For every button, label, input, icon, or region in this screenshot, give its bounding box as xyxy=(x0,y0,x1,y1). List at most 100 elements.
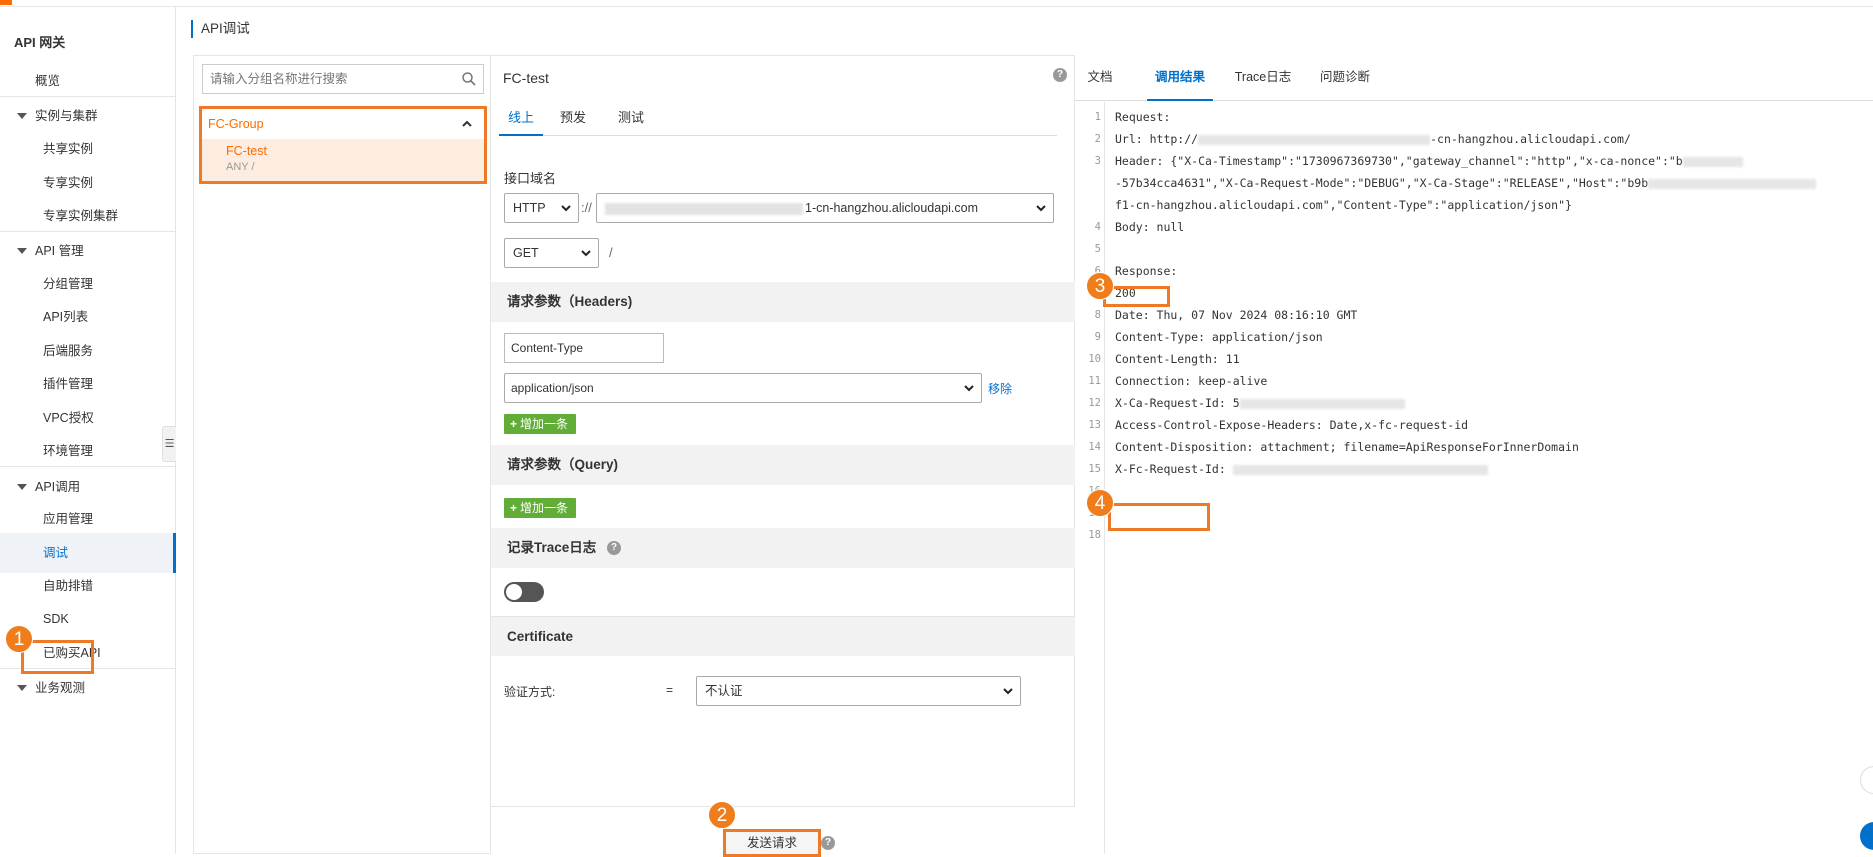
add-query-button[interactable]: + 增加一条 xyxy=(504,498,577,518)
line-number: 2 xyxy=(1094,133,1101,145)
search-icon[interactable] xyxy=(461,71,477,87)
chevron-up-icon[interactable] xyxy=(460,117,474,131)
plus-icon: + xyxy=(510,417,518,431)
sidebar-title: API 网关 xyxy=(14,35,66,50)
action-bar: 发送请求 ? xyxy=(491,806,1075,857)
line-number: 4 xyxy=(1094,221,1101,233)
send-request-button[interactable]: 发送请求 xyxy=(723,829,821,857)
caret-down-icon xyxy=(17,248,27,254)
chevron-down-icon xyxy=(561,205,571,212)
line-number: 11 xyxy=(1088,375,1101,387)
page-title: API调试 xyxy=(191,20,250,38)
auth-method-select[interactable]: 不认证 xyxy=(696,676,1021,706)
method-select[interactable]: GET xyxy=(504,238,599,268)
caret-down-icon xyxy=(17,484,27,490)
step-badge-2: 2 xyxy=(708,801,736,829)
group-search xyxy=(202,64,484,94)
header-key-input[interactable]: Content-Type xyxy=(504,333,664,363)
stage-tabs: 线上 预发 测试 xyxy=(499,104,1057,136)
sidebar-item-dedicated-cluster[interactable]: 专享实例集群 xyxy=(0,196,176,236)
group-search-input[interactable] xyxy=(203,65,443,93)
domain-select[interactable]: 1-cn-hangzhou.alicloudapi.com xyxy=(596,193,1054,223)
caret-down-icon xyxy=(17,113,27,119)
top-bar xyxy=(0,0,1873,7)
brand-accent xyxy=(0,0,12,5)
tab-trace-log[interactable]: Trace日志 xyxy=(1228,55,1298,101)
line-gutter xyxy=(1075,102,1105,854)
code-line: X-Fc-Request-Id: xyxy=(1115,462,1488,476)
tab-call-result[interactable]: 调用结果 xyxy=(1147,55,1213,101)
chevron-down-icon xyxy=(964,385,974,392)
path-label: / xyxy=(609,245,613,260)
tab-docs[interactable]: 文档 xyxy=(1085,55,1115,101)
step-badge-3: 3 xyxy=(1086,272,1114,300)
response-code-view: 1 Request: 2 Url: http://-cn-hangzhou.al… xyxy=(1075,102,1873,854)
line-number: 14 xyxy=(1088,441,1101,453)
code-line: Body: null xyxy=(1115,220,1185,234)
chevron-down-icon xyxy=(1003,688,1013,695)
code-line: Request: xyxy=(1115,110,1171,124)
trace-section-title: 记录Trace日志 xyxy=(507,540,597,555)
api-name: FC-test xyxy=(226,144,267,158)
headers-section-title: 请求参数（Headers) xyxy=(491,282,1075,322)
plus-icon: + xyxy=(510,501,518,515)
highlight-response-body xyxy=(1108,503,1210,531)
trace-section: 记录Trace日志 xyxy=(491,528,1075,568)
sidebar-group-observability[interactable]: 业务观测 xyxy=(0,668,176,708)
trace-toggle[interactable] xyxy=(504,582,544,602)
code-line: -57b34cca4631","X-Ca-Request-Mode":"DEBU… xyxy=(1115,176,1817,190)
sidebar-collapse-handle[interactable]: ☰ xyxy=(162,426,176,462)
sidebar-item-overview[interactable]: 概览 xyxy=(0,61,176,101)
certificate-section-title: Certificate xyxy=(491,616,1075,656)
redacted-text xyxy=(1239,398,1405,409)
protocol-separator: :// xyxy=(581,200,592,215)
query-section-title: 请求参数（Query) xyxy=(491,445,1075,485)
tab-diagnosis[interactable]: 问题诊断 xyxy=(1310,55,1380,101)
protocol-select[interactable]: HTTP xyxy=(504,193,579,223)
highlight-debug-item xyxy=(21,640,94,674)
redacted-text xyxy=(1682,156,1743,167)
api-list-item[interactable]: FC-test ANY / xyxy=(202,139,484,181)
code-line: f1-cn-hangzhou.alicloudapi.com","Content… xyxy=(1115,198,1572,212)
code-line: Content-Type: application/json xyxy=(1115,330,1323,344)
sidebar-item-environment[interactable]: 环境管理 xyxy=(0,431,176,471)
sidebar: API 网关 概览 实例与集群 共享实例 专享实例 专享实例集群 API 管理 … xyxy=(0,7,176,854)
tab-pre[interactable]: 预发 xyxy=(551,104,595,136)
help-icon[interactable]: ? xyxy=(821,836,835,850)
api-group-header[interactable]: FC-Group xyxy=(202,109,484,139)
line-number: 13 xyxy=(1088,419,1101,431)
redacted-text xyxy=(1198,134,1431,145)
api-group-node: FC-Group FC-test ANY / xyxy=(199,106,487,184)
line-number: 5 xyxy=(1094,243,1101,255)
toggle-knob xyxy=(506,584,522,600)
line-number: 15 xyxy=(1088,463,1101,475)
remove-header-link[interactable]: 移除 xyxy=(988,380,1012,397)
help-icon[interactable]: ? xyxy=(1053,68,1067,82)
step-badge-1: 1 xyxy=(5,625,33,653)
code-line: Access-Control-Expose-Headers: Date,x-fc… xyxy=(1115,418,1469,432)
code-line: Content-Disposition: attachment; filenam… xyxy=(1115,440,1579,454)
help-icon[interactable]: ? xyxy=(607,541,621,555)
code-line: Date: Thu, 07 Nov 2024 08:16:10 GMT xyxy=(1115,308,1358,322)
chevron-down-icon xyxy=(581,250,591,257)
api-method-path: ANY / xyxy=(226,161,255,173)
line-number: 18 xyxy=(1088,529,1101,541)
add-header-button[interactable]: + 增加一条 xyxy=(504,414,577,434)
code-line: Header: {"X-Ca-Timestamp":"1730967369730… xyxy=(1115,154,1743,168)
line-number: 12 xyxy=(1088,397,1101,409)
result-tabs: 文档 调用结果 Trace日志 问题诊断 xyxy=(1075,55,1873,101)
redacted-domain xyxy=(605,202,803,215)
header-value-select[interactable]: application/json xyxy=(504,373,982,403)
line-number: 9 xyxy=(1094,331,1101,343)
menu-icon: ☰ xyxy=(164,438,175,450)
line-number: 3 xyxy=(1094,155,1101,167)
tab-online[interactable]: 线上 xyxy=(499,104,543,136)
auth-equals: = xyxy=(666,683,674,697)
code-line: Connection: keep-alive xyxy=(1115,374,1268,388)
redacted-text xyxy=(1648,178,1817,189)
line-number: 10 xyxy=(1088,353,1101,365)
domain-label: 接口域名 xyxy=(504,171,557,186)
api-title: FC-test xyxy=(503,70,549,86)
request-panel: FC-test ? 线上 预发 测试 接口域名 HTTP :// 1-cn-ha… xyxy=(491,55,1075,857)
tab-test[interactable]: 测试 xyxy=(609,104,653,136)
